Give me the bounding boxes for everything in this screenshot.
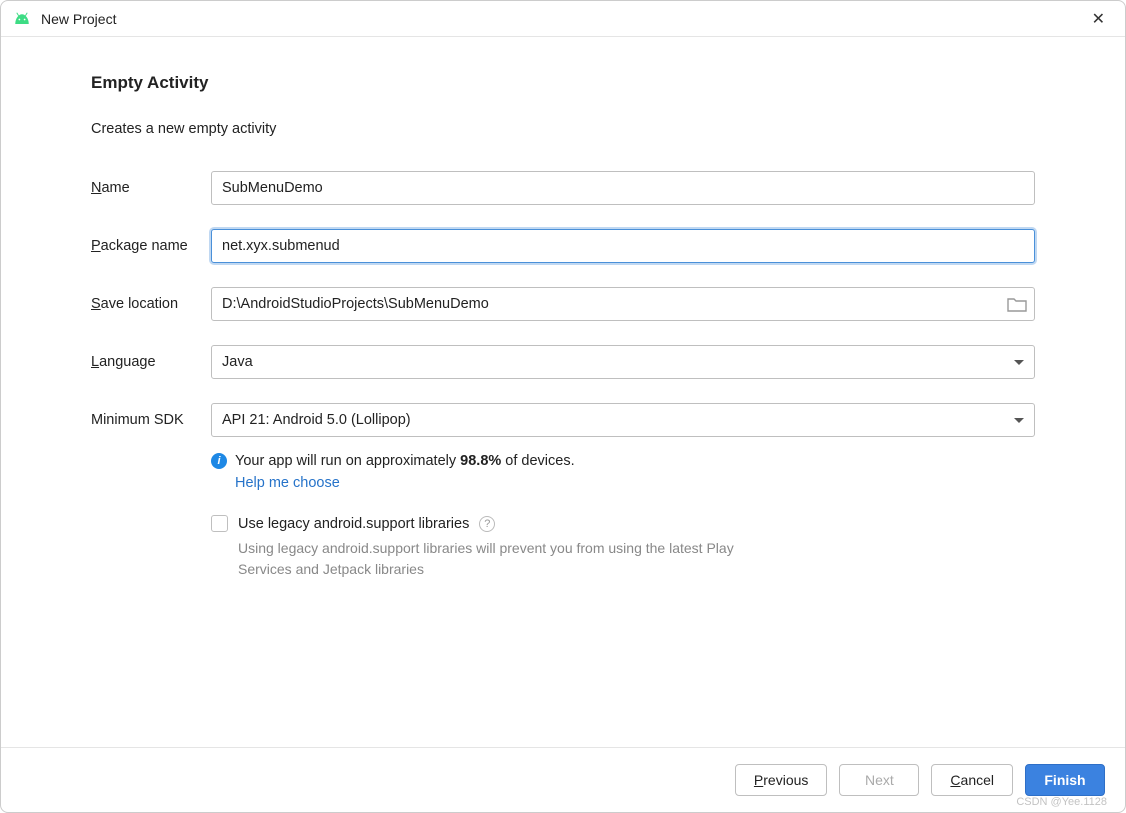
previous-button[interactable]: Previous (735, 764, 827, 796)
package-input[interactable] (211, 229, 1035, 263)
label-minsdk: Minimum SDK (91, 412, 211, 428)
label-language: Language (91, 354, 211, 370)
row-package: Package name (91, 229, 1035, 263)
android-icon (13, 12, 31, 26)
new-project-dialog: New Project ✕ Empty Activity Creates a n… (0, 0, 1126, 813)
row-language: Language Java (91, 345, 1035, 379)
minsdk-select[interactable]: API 21: Android 5.0 (Lollipop) (211, 403, 1035, 437)
coverage-text: Your app will run on approximately 98.8%… (235, 453, 575, 469)
help-icon[interactable]: ? (479, 516, 495, 532)
legacy-checkbox[interactable] (211, 515, 228, 532)
row-name: Name (91, 171, 1035, 205)
legacy-checkbox-row: Use legacy android.support libraries ? (211, 515, 1035, 532)
language-select[interactable]: Java (211, 345, 1035, 379)
help-me-choose-link[interactable]: Help me choose (235, 475, 1035, 491)
label-location: Save location (91, 296, 211, 312)
close-icon[interactable]: ✕ (1084, 5, 1113, 33)
row-minsdk: Minimum SDK API 21: Android 5.0 (Lollipo… (91, 403, 1035, 437)
row-location: Save location (91, 287, 1035, 321)
page-title: Empty Activity (91, 73, 1035, 93)
chevron-down-icon (1014, 412, 1024, 428)
chevron-down-icon (1014, 354, 1024, 370)
legacy-hint: Using legacy android.support libraries w… (238, 538, 738, 580)
cancel-button[interactable]: Cancel (931, 764, 1013, 796)
location-input[interactable] (211, 287, 1035, 321)
label-name: Name (91, 180, 211, 196)
watermark: CSDN @Yee.1128 (1016, 796, 1107, 808)
info-icon: i (211, 453, 227, 469)
browse-folder-icon[interactable] (1007, 296, 1027, 312)
device-coverage-info: i Your app will run on approximately 98.… (211, 453, 1035, 491)
label-package: Package name (91, 238, 211, 254)
dialog-content: Empty Activity Creates a new empty activ… (1, 37, 1125, 747)
titlebar: New Project ✕ (1, 1, 1125, 37)
page-description: Creates a new empty activity (91, 121, 1035, 137)
finish-button[interactable]: Finish (1025, 764, 1105, 796)
name-input[interactable] (211, 171, 1035, 205)
next-button: Next (839, 764, 919, 796)
window-title: New Project (41, 11, 1084, 27)
dialog-footer: Previous Next Cancel Finish CSDN @Yee.11… (1, 747, 1125, 812)
legacy-checkbox-label: Use legacy android.support libraries (238, 516, 469, 532)
